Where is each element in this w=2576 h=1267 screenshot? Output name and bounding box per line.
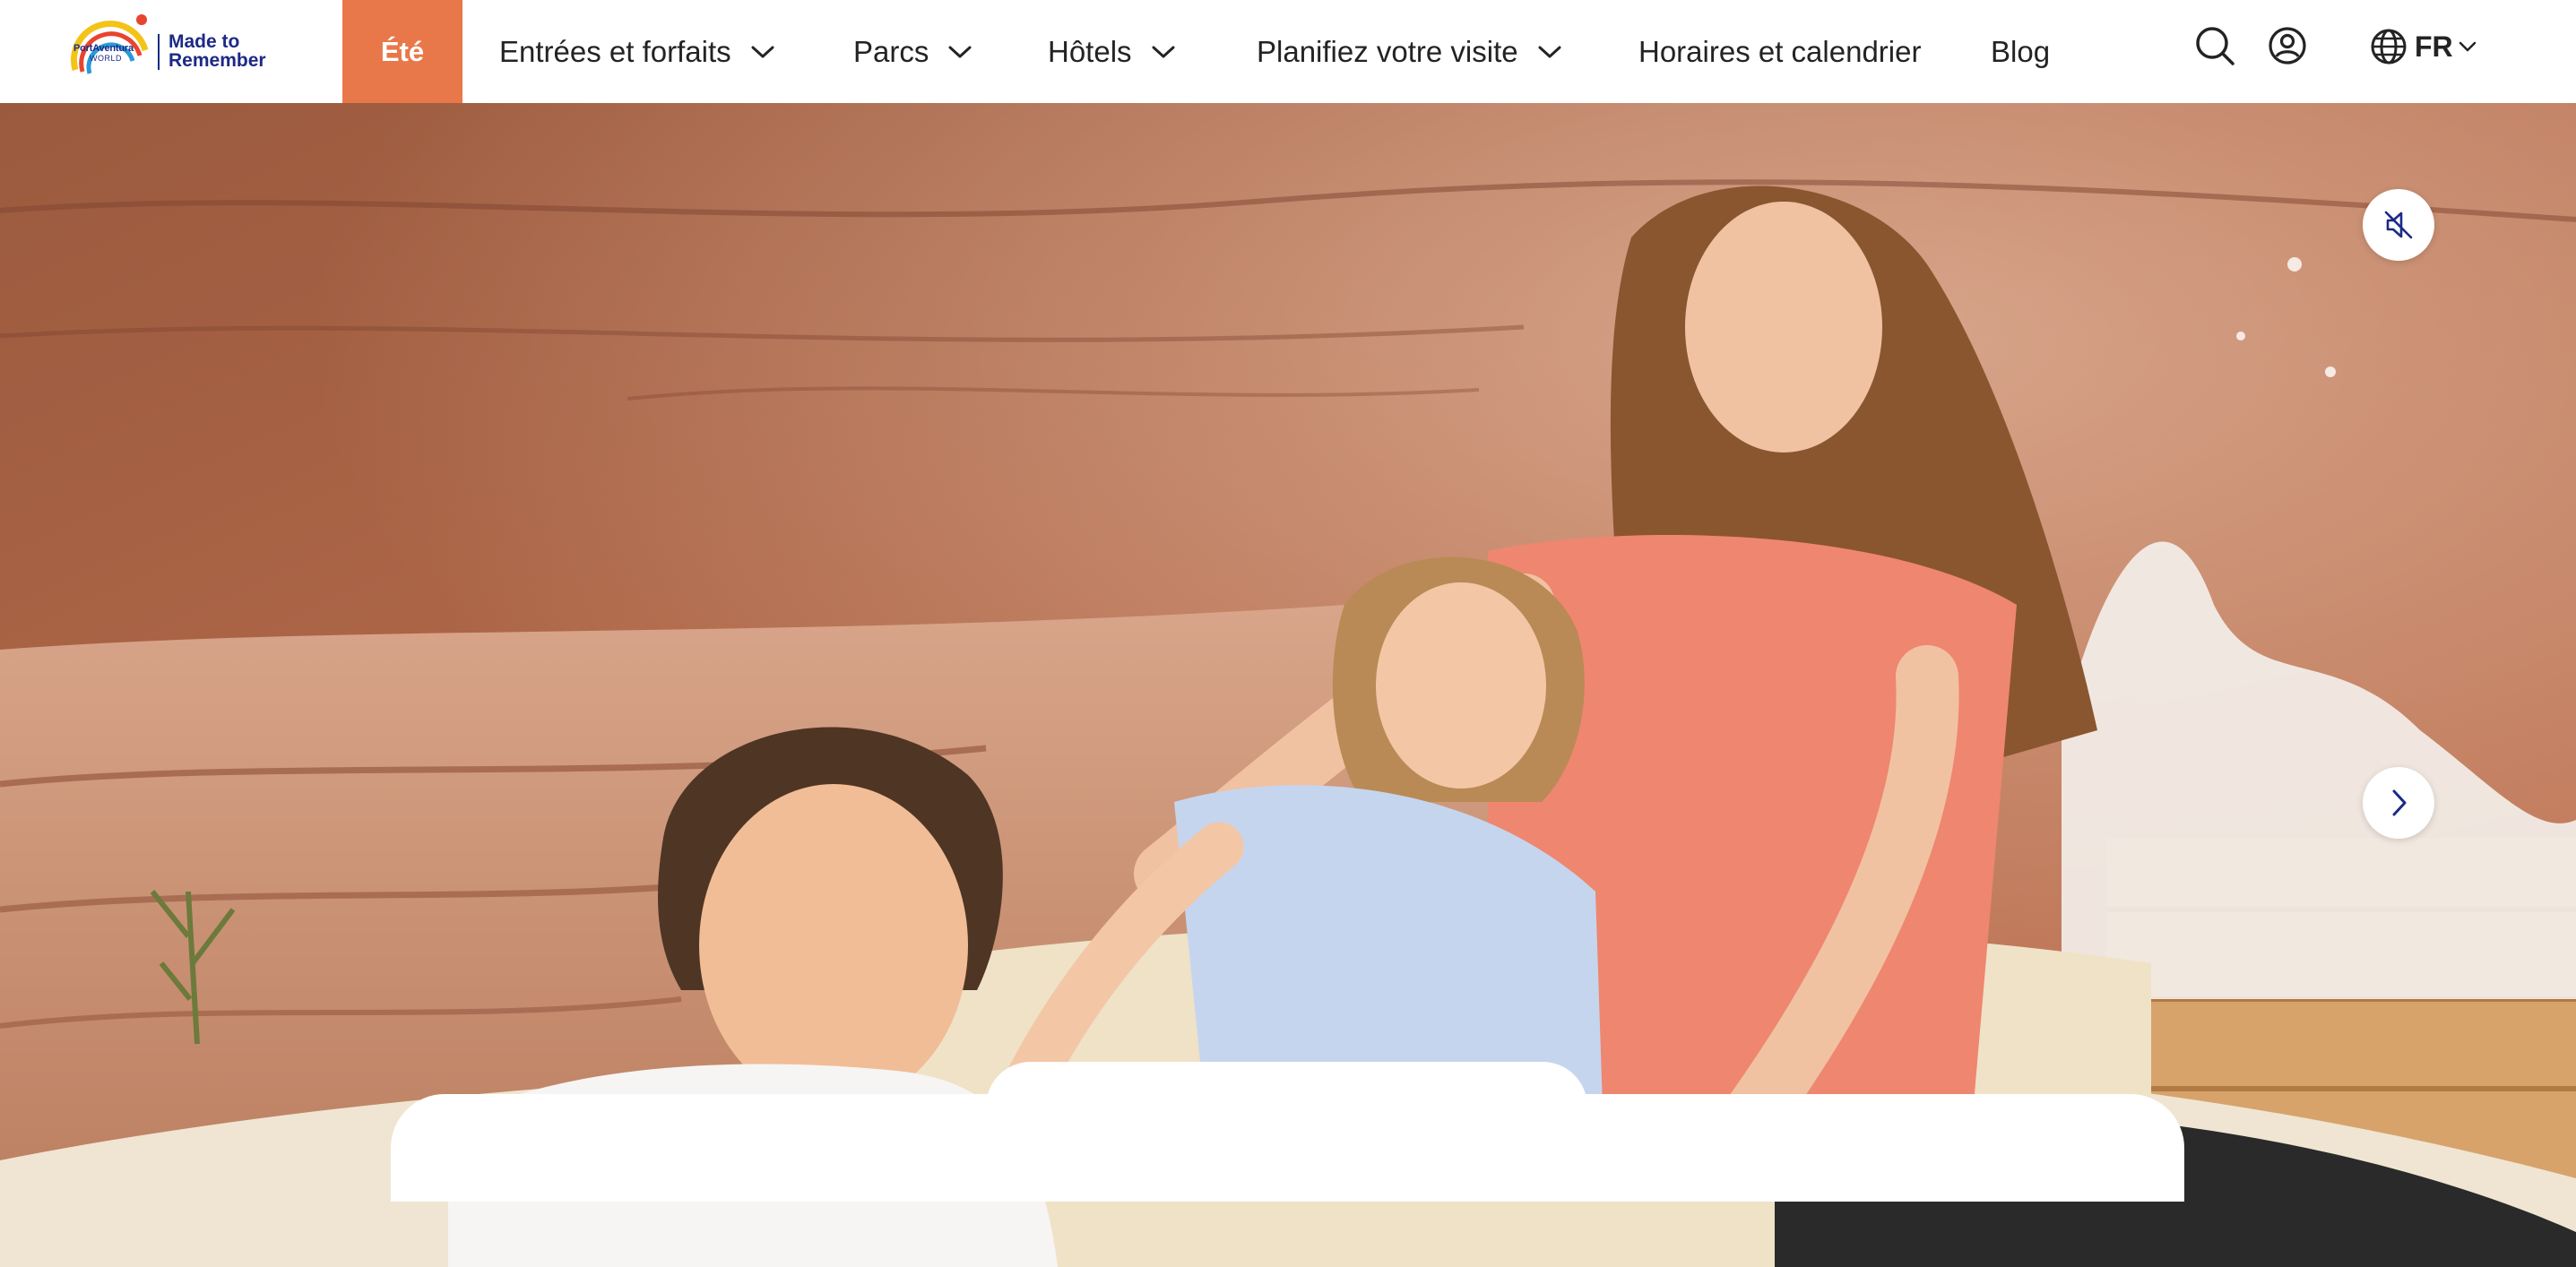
user-account-icon xyxy=(2269,27,2306,65)
nav-item-hotels[interactable]: Hôtels xyxy=(1048,0,1175,103)
nav-item-entrees-et-forfaits[interactable]: Entrées et forfaits xyxy=(499,0,774,103)
chevron-down-icon xyxy=(751,46,774,57)
nav-item-label: Entrées et forfaits xyxy=(499,34,731,68)
mute-toggle-button[interactable] xyxy=(2363,189,2434,261)
nav-item-label: Blog xyxy=(1991,34,2051,68)
account-button[interactable] xyxy=(2265,23,2310,68)
chevron-down-icon xyxy=(948,46,972,57)
hero-banner: Voir plus xyxy=(0,103,2576,1267)
logo-sub-text: WORLD xyxy=(90,54,122,63)
nav-item-parcs[interactable]: Parcs xyxy=(853,0,972,103)
search-icon xyxy=(2196,27,2235,65)
nav-item-ete[interactable]: Été xyxy=(342,0,462,103)
language-label: FR xyxy=(2415,30,2453,63)
chevron-down-icon xyxy=(1538,46,1561,57)
logo-tagline: Made to Remember xyxy=(169,31,266,71)
site-header: PortAventura WORLD Made to Remember Été … xyxy=(0,0,2576,103)
nav-item-blog[interactable]: Blog xyxy=(1991,0,2050,103)
nav-item-label: Parcs xyxy=(853,34,929,68)
booking-panel xyxy=(391,1094,2184,1202)
nav-item-label: Hôtels xyxy=(1048,34,1132,68)
chevron-down-icon xyxy=(2459,41,2476,52)
carousel-next-button[interactable] xyxy=(2363,767,2434,839)
chevron-right-icon xyxy=(2392,789,2407,816)
logo-divider xyxy=(158,34,160,70)
mute-icon xyxy=(2384,211,2413,239)
nav-item-label: Planifiez votre visite xyxy=(1257,34,1518,68)
nav-item-label: Horaires et calendrier xyxy=(1638,34,1922,68)
nav-item-planifiez-votre-visite[interactable]: Planifiez votre visite xyxy=(1257,0,1561,103)
chevron-down-icon xyxy=(1152,46,1175,57)
nav-item-horaires-et-calendrier[interactable]: Horaires et calendrier xyxy=(1638,0,1921,103)
search-button[interactable] xyxy=(2192,23,2237,68)
logo-brand-text: PortAventura xyxy=(73,43,134,54)
language-selector[interactable]: FR xyxy=(2370,22,2477,72)
brand-logo[interactable]: PortAventura WORLD Made to Remember xyxy=(70,14,276,88)
globe-icon xyxy=(2371,29,2407,65)
